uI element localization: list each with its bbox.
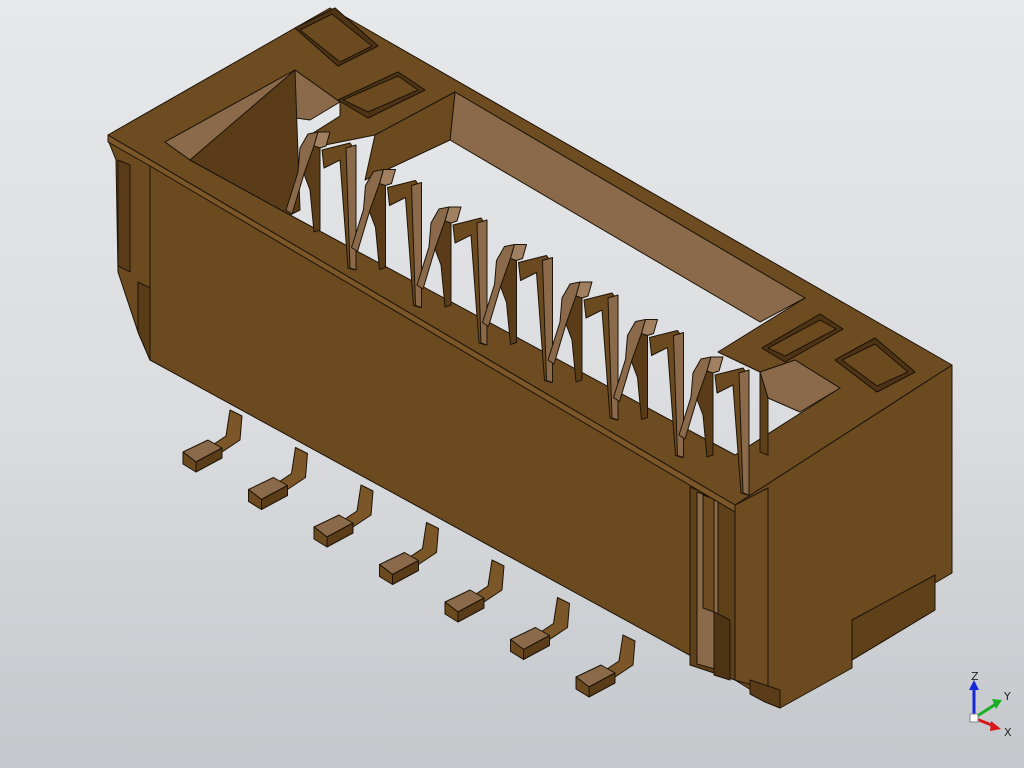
x-axis-arrow [990, 721, 1001, 731]
connector-model [107, 7, 953, 709]
z-axis-label: Z [971, 670, 979, 683]
solder-tail [379, 522, 439, 585]
solder-tail [575, 634, 636, 698]
solder-tail [313, 484, 374, 548]
axis-origin [969, 713, 979, 723]
3d-viewport[interactable]: Z Y X [0, 0, 1024, 768]
y-axis-label: Y [1003, 690, 1011, 703]
left-end-cap [107, 139, 151, 361]
end-latch [689, 486, 781, 709]
solder-tail [444, 559, 505, 623]
x-axis-label: X [1004, 726, 1012, 739]
solder-tail [510, 597, 570, 660]
solder-tail [248, 447, 308, 510]
solder-tail [182, 409, 243, 473]
axis-triad: Z Y X [969, 670, 1012, 739]
